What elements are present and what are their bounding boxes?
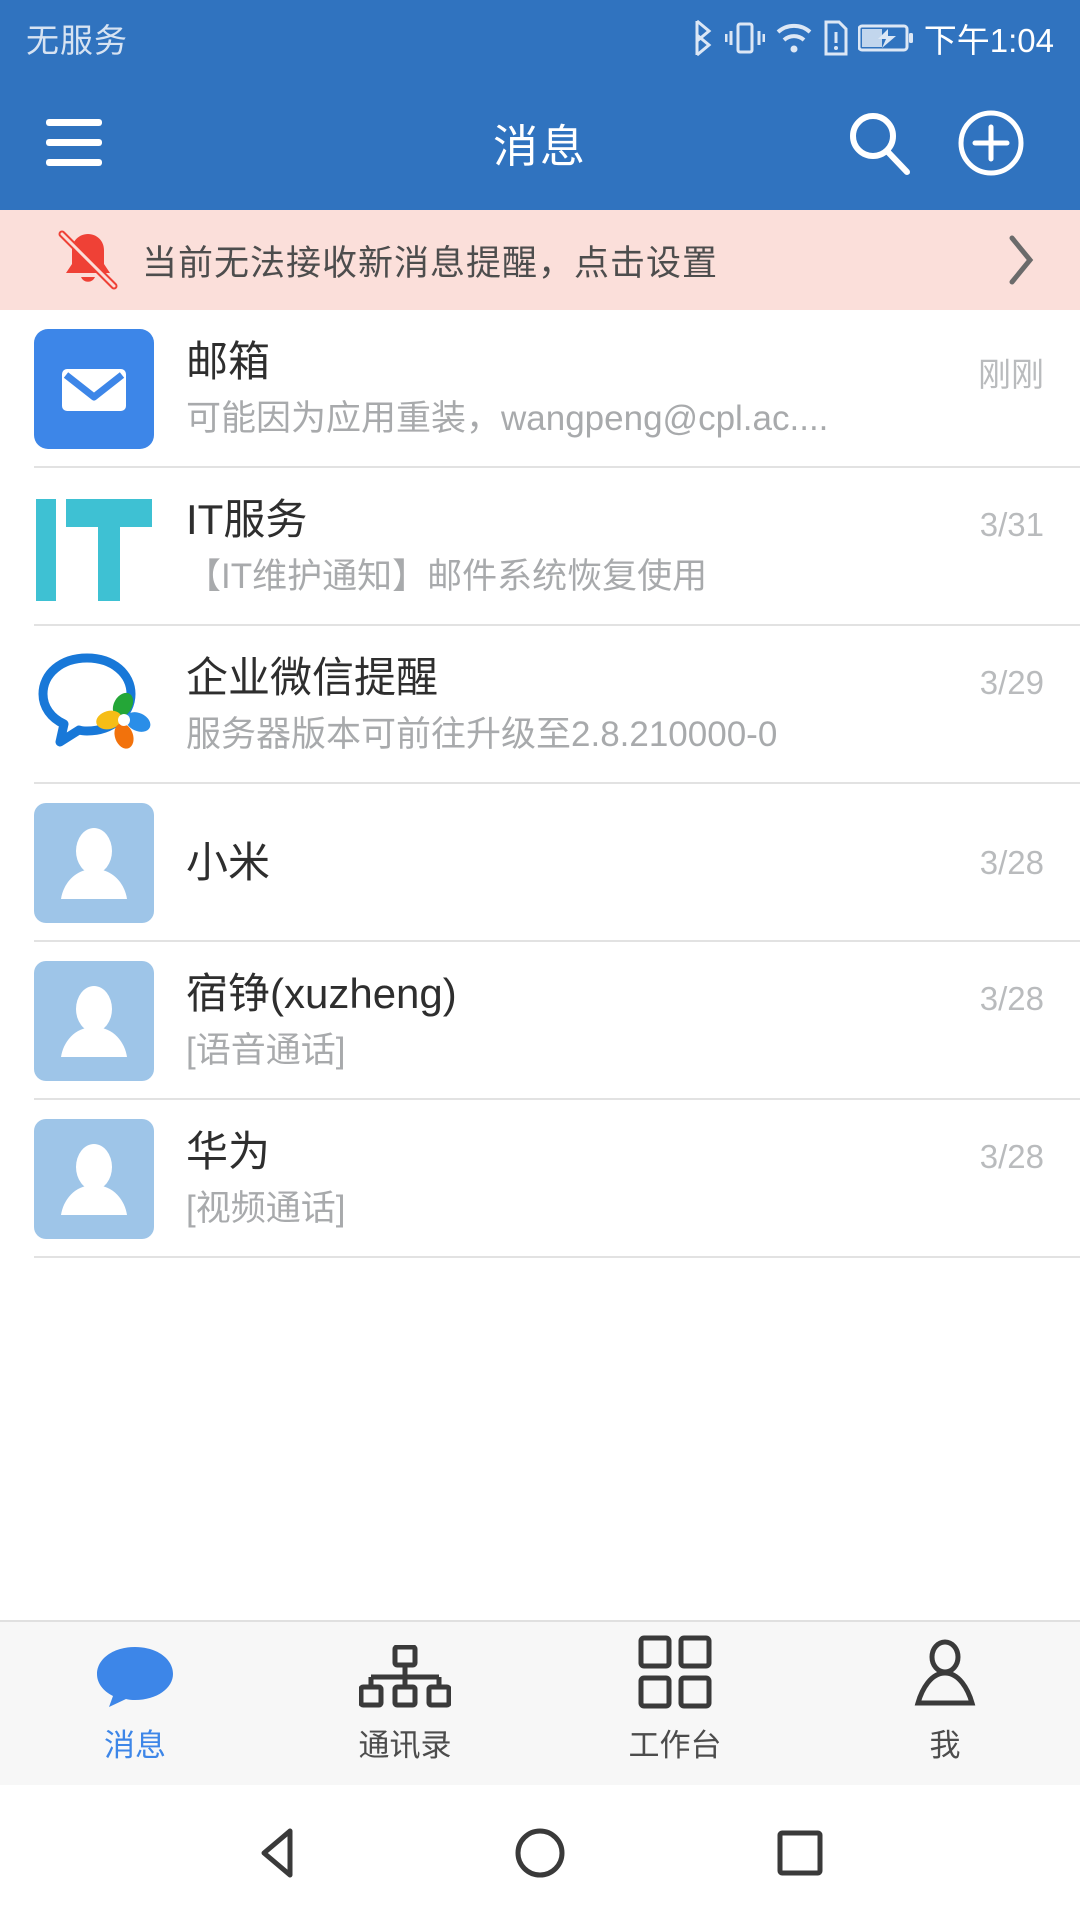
list-item-time: 3/28: [979, 1138, 1044, 1175]
list-item-body: 宿铮(xuzheng) [语音通话]: [154, 970, 964, 1071]
list-item[interactable]: 企业微信提醒 服务器版本可前往升级至2.8.210000-0 3/29: [0, 626, 1080, 784]
home-circle-icon[interactable]: [485, 1798, 595, 1908]
it-service-logo: [34, 487, 154, 607]
list-item-body: 小米: [154, 839, 964, 888]
list-item-title: 小米: [186, 838, 271, 886]
mail-envelope-icon: [34, 329, 154, 449]
messages-screen: 无服务 下午1:04 消息 当前无法接收新消息提醒，点击设置 邮箱 可能因为应用…: [0, 0, 1080, 1920]
search-icon[interactable]: [836, 100, 922, 186]
list-item-title: 企业微信提醒: [186, 654, 439, 702]
app-bar-actions: [836, 100, 1080, 186]
person-placeholder-icon: [34, 1119, 154, 1239]
list-item[interactable]: 宿铮(xuzheng) [语音通话] 3/28: [0, 942, 1080, 1100]
back-triangle-icon[interactable]: [225, 1798, 335, 1908]
android-navigation-bar: [0, 1785, 1080, 1920]
carrier-label: 无服务: [26, 21, 128, 59]
sim-alert-icon: [823, 19, 849, 57]
list-item[interactable]: 小米 3/28: [0, 784, 1080, 942]
list-item-body: 企业微信提醒 服务器版本可前往升级至2.8.210000-0: [154, 654, 964, 755]
org-tree-icon: [359, 1643, 451, 1709]
chat-bubble-icon: [93, 1643, 177, 1709]
list-item-body: 邮箱 可能因为应用重装，wangpeng@cpl.ac....: [154, 338, 962, 439]
tab-me[interactable]: 我: [810, 1622, 1080, 1785]
list-item-time: 3/28: [979, 844, 1044, 881]
app-bar: 消息: [0, 75, 1080, 210]
bottom-tab-bar: 消息 通讯录 工作台 我: [0, 1620, 1080, 1785]
list-item-title: 华为: [186, 1128, 271, 1176]
wifi-icon: [774, 21, 814, 55]
list-item-title: 邮箱: [186, 338, 271, 386]
status-bar: 无服务 下午1:04: [0, 0, 1080, 75]
tab-workspace[interactable]: 工作台: [540, 1622, 810, 1785]
list-item-time: 3/29: [979, 664, 1044, 701]
person-outline-icon: [910, 1639, 980, 1709]
recents-square-icon[interactable]: [745, 1798, 855, 1908]
banner-text: 当前无法接收新消息提醒，点击设置: [142, 243, 719, 283]
list-item-body: 华为 [视频通话]: [154, 1128, 964, 1229]
tab-label: 消息: [104, 1727, 166, 1763]
wecom-logo-icon: [34, 645, 154, 765]
notification-disabled-banner[interactable]: 当前无法接收新消息提醒，点击设置: [0, 210, 1080, 310]
list-item-time: 刚刚: [978, 356, 1044, 393]
list-item-subtitle: [语音通话]: [186, 1031, 346, 1071]
tab-label: 我: [929, 1727, 961, 1763]
hamburger-menu-icon[interactable]: [14, 119, 134, 166]
tab-messages[interactable]: 消息: [0, 1622, 270, 1785]
status-icon-group: [690, 19, 914, 57]
person-placeholder-icon: [34, 803, 154, 923]
conversation-list: 邮箱 可能因为应用重装，wangpeng@cpl.ac.... 刚刚 IT服务 …: [0, 310, 1080, 1620]
battery-charging-icon: [857, 22, 914, 54]
hamburger-line: [46, 139, 102, 146]
tab-contacts[interactable]: 通讯录: [270, 1622, 540, 1785]
bell-off-icon: [34, 220, 142, 300]
list-item[interactable]: 邮箱 可能因为应用重装，wangpeng@cpl.ac.... 刚刚: [0, 310, 1080, 468]
chevron-right-icon: [1004, 233, 1046, 287]
status-clock: 下午1:04: [923, 21, 1054, 59]
hamburger-line: [46, 159, 102, 166]
list-item-subtitle: 【IT维护通知】邮件系统恢复使用: [186, 557, 708, 597]
list-item-subtitle: 可能因为应用重装，wangpeng@cpl.ac....: [186, 399, 829, 439]
plus-circle-icon[interactable]: [948, 100, 1034, 186]
list-item[interactable]: IT服务 【IT维护通知】邮件系统恢复使用 3/31: [0, 468, 1080, 626]
list-item[interactable]: 华为 [视频通话] 3/28: [0, 1100, 1080, 1258]
grid-squares-icon: [638, 1635, 712, 1709]
list-item-time: 3/31: [979, 506, 1044, 543]
list-item-title: 宿铮(xuzheng): [186, 970, 457, 1018]
list-item-subtitle: [视频通话]: [186, 1189, 346, 1229]
list-item-subtitle: 服务器版本可前往升级至2.8.210000-0: [186, 715, 778, 755]
person-placeholder-icon: [34, 961, 154, 1081]
vibrate-icon: [724, 19, 765, 57]
tab-label: 通讯录: [358, 1727, 452, 1763]
list-item-body: IT服务 【IT维护通知】邮件系统恢复使用: [154, 496, 964, 597]
tab-label: 工作台: [628, 1727, 722, 1763]
bluetooth-icon: [690, 19, 716, 57]
hamburger-line: [46, 119, 102, 126]
list-item-time: 3/28: [979, 980, 1044, 1017]
list-item-title: IT服务: [186, 496, 308, 544]
